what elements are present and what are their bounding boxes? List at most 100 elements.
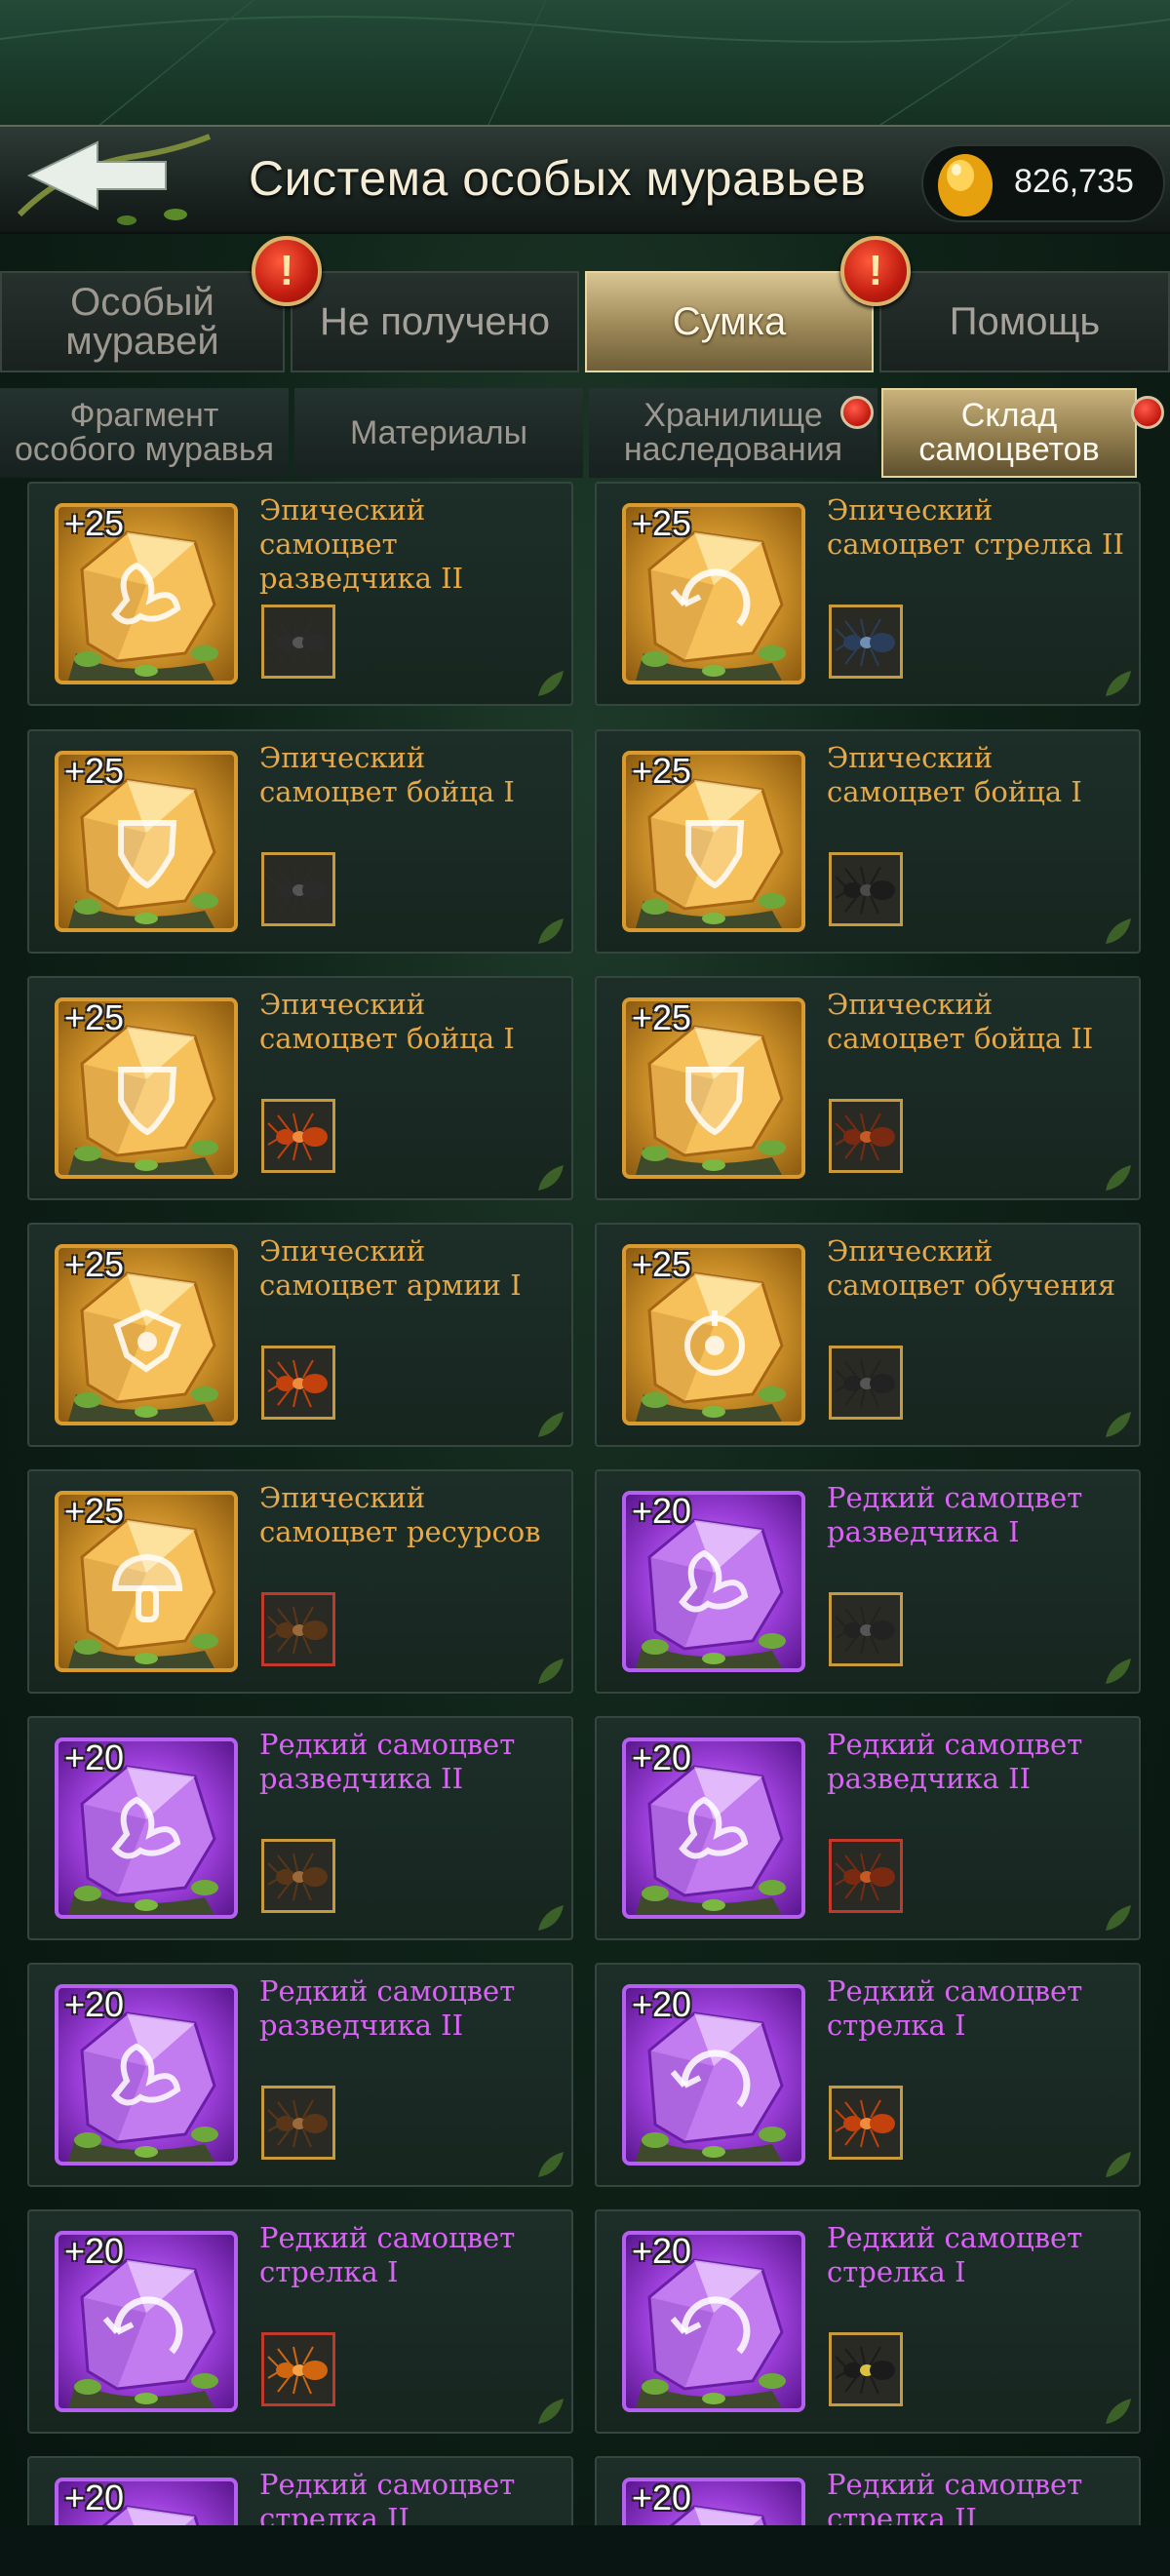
alert-glyph: !	[868, 247, 883, 294]
leaf-decoration-icon	[536, 1657, 566, 1686]
gem-level-bonus: +25	[632, 751, 692, 791]
gem-card[interactable]: +20 Редкий самоцвет разведчика II	[27, 1716, 573, 1940]
ant-thumbnail-icon	[261, 2086, 335, 2160]
amber-gem-icon	[931, 146, 999, 220]
gem-card[interactable]: +20 Редкий самоцвет стрелка I	[595, 1963, 1141, 2187]
notification-dot	[840, 396, 874, 429]
ant-thumbnail-icon	[261, 852, 335, 926]
gem-name: Редкий самоцвет стрелка I	[827, 1974, 1083, 2042]
ant-thumbnail-icon	[261, 1099, 335, 1173]
leaf-decoration-icon	[1104, 2150, 1133, 2179]
page-title: Система особых муравьев	[249, 151, 867, 206]
gem-name: Редкий самоцвет разведчика II	[259, 1728, 516, 1795]
leaf-decoration-icon	[536, 1410, 566, 1439]
gem-name: Эпический самоцвет стрелка II	[827, 493, 1124, 561]
gem-level-bonus: +20	[632, 1984, 692, 2024]
currency-value: 826,735	[1014, 163, 1134, 200]
gem-card[interactable]: +25 Эпический самоцвет бойца II	[595, 976, 1141, 1200]
ant-thumbnail-icon	[829, 1346, 903, 1420]
gem-name: Эпический самоцвет обучения	[827, 1234, 1116, 1302]
leaf-decoration-icon	[536, 1163, 566, 1192]
tab-help[interactable]: Помощь	[879, 271, 1170, 372]
ant-thumbnail-icon	[261, 1839, 335, 1913]
subtab-label: Материалы	[349, 413, 528, 451]
notification-dot	[1131, 396, 1164, 429]
leaf-decoration-icon	[1104, 917, 1133, 946]
gem-name: Редкий самоцвет стрелка I	[259, 2221, 516, 2288]
alert-icon: !	[840, 236, 911, 306]
gem-level-bonus: +25	[64, 751, 125, 791]
tab-label: Не получено	[319, 300, 551, 343]
gem-card[interactable]: +20 Редкий самоцвет разведчика II	[595, 1716, 1141, 1940]
leaf-decoration-icon	[1104, 1657, 1133, 1686]
subtab-materials[interactable]: Материалы	[294, 388, 583, 478]
gem-name: Редкий самоцвет разведчика I	[827, 1481, 1083, 1548]
gem-name: Эпический самоцвет бойца I	[259, 741, 515, 808]
subtab-gem-storage[interactable]: Склад самоцветов	[881, 388, 1137, 478]
alert-glyph: !	[279, 247, 294, 294]
tab-special-ant[interactable]: Особый муравей	[0, 271, 285, 372]
gem-level-bonus: +20	[632, 2231, 692, 2271]
subtab-inheritance[interactable]: Хранилище наследования	[589, 388, 878, 478]
leaf-decoration-icon	[536, 669, 566, 698]
gem-level-bonus: +25	[632, 503, 692, 543]
gem-card[interactable]: +25 Эпический самоцвет бойца I	[595, 729, 1141, 954]
gem-level-bonus: +20	[632, 1737, 692, 1777]
bottom-edge	[0, 2525, 1170, 2576]
gem-card[interactable]: +25 Эпический самоцвет обучения	[595, 1223, 1141, 1447]
gem-card[interactable]: +20 Редкий самоцвет разведчика I	[595, 1469, 1141, 1694]
gem-card[interactable]: +25 Эпический самоцвет ресурсов	[27, 1469, 573, 1694]
gem-name: Эпический самоцвет разведчика II	[259, 493, 464, 595]
gem-level-bonus: +25	[64, 503, 125, 543]
leaf-decoration-icon	[536, 2150, 566, 2179]
gem-level-bonus: +25	[632, 1244, 692, 1284]
gem-card[interactable]: +20 Редкий самоцвет стрелка I	[595, 2209, 1141, 2434]
alert-icon: !	[252, 236, 322, 306]
subtab-label: Хранилище наследования	[623, 397, 843, 468]
gem-card[interactable]: +20 Редкий самоцвет стрелка I	[27, 2209, 573, 2434]
gem-card[interactable]: +20 Редкий самоцвет разведчика II	[27, 1963, 573, 2187]
tab-not-received[interactable]: Не получено	[291, 271, 579, 372]
gem-level-bonus: +25	[64, 1491, 125, 1531]
ant-thumbnail-icon	[829, 852, 903, 926]
subtab-label: Склад самоцветов	[918, 397, 1100, 468]
back-arrow-icon	[17, 134, 212, 225]
gem-name: Редкий самоцвет стрелка I	[827, 2221, 1083, 2288]
gem-card[interactable]: +25 Эпический самоцвет разведчика II	[27, 482, 573, 706]
gem-level-bonus: +20	[64, 2478, 125, 2517]
leaf-decoration-icon	[536, 917, 566, 946]
gem-level-bonus: +20	[64, 2231, 125, 2271]
tab-label: Особый муравей	[65, 281, 219, 363]
gem-level-bonus: +20	[64, 1984, 125, 2024]
ant-thumbnail-icon	[829, 1592, 903, 1666]
gem-level-bonus: +20	[632, 1491, 692, 1531]
gem-card[interactable]: +25 Эпический самоцвет бойца I	[27, 976, 573, 1200]
subtab-fragments[interactable]: Фрагмент особого муравья	[0, 388, 289, 478]
gem-name: Эпический самоцвет армии I	[259, 1234, 522, 1302]
back-button[interactable]	[10, 127, 214, 234]
tab-label: Сумка	[672, 300, 787, 343]
ant-thumbnail-icon	[261, 605, 335, 679]
subtab-label: Фрагмент особого муравья	[15, 397, 274, 468]
gem-card[interactable]: +25 Эпический самоцвет армии I	[27, 1223, 573, 1447]
gem-name: Эпический самоцвет бойца I	[827, 741, 1082, 808]
leaf-decoration-icon	[536, 1903, 566, 1932]
gem-card[interactable]: +25 Эпический самоцвет стрелка II	[595, 482, 1141, 706]
tab-bag[interactable]: Сумка	[585, 271, 874, 372]
ant-thumbnail-icon	[829, 1839, 903, 1913]
gem-name: Эпический самоцвет бойца II	[827, 988, 1094, 1055]
gem-level-bonus: +25	[64, 1244, 125, 1284]
tab-label: Помощь	[949, 300, 1101, 343]
leaf-decoration-icon	[1104, 2397, 1133, 2426]
ant-thumbnail-icon	[829, 2086, 903, 2160]
gem-card[interactable]: +25 Эпический самоцвет бойца I	[27, 729, 573, 954]
leaf-decoration-icon	[1104, 669, 1133, 698]
gem-level-bonus: +20	[632, 2478, 692, 2517]
gem-level-bonus: +25	[64, 997, 125, 1037]
gem-name: Эпический самоцвет ресурсов	[259, 1481, 541, 1548]
gem-level-bonus: +20	[64, 1737, 125, 1777]
ant-thumbnail-icon	[261, 2332, 335, 2406]
leaf-decoration-icon	[1104, 1903, 1133, 1932]
gem-name: Эпический самоцвет бойца I	[259, 988, 515, 1055]
leaf-decoration-icon	[536, 2397, 566, 2426]
